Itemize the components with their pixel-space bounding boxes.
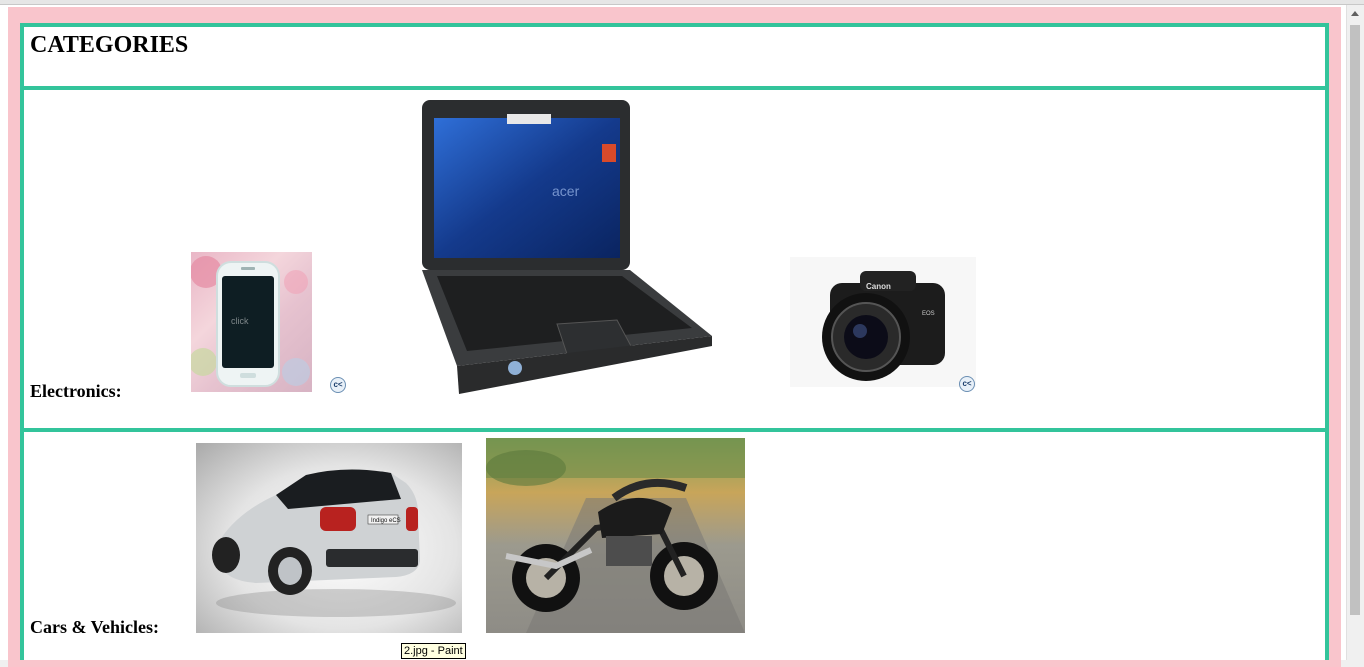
car-image[interactable]: Indigo eCS <box>196 443 462 633</box>
category-label-vehicles: Cars & Vehicles: <box>30 617 159 637</box>
camera-image[interactable]: Canon EOS <box>790 257 976 387</box>
svg-text:Indigo eCS: Indigo eCS <box>371 518 401 524</box>
svg-text:EOS: EOS <box>922 311 935 317</box>
svg-text:Canon: Canon <box>866 282 891 291</box>
image-tooltip: 2.jpg - Paint <box>401 643 466 659</box>
svg-text:click: click <box>231 316 249 326</box>
laptop-image[interactable]: acer <box>417 96 717 396</box>
watermark-logo-icon: c< <box>330 377 346 393</box>
vertical-scrollbar[interactable] <box>1346 5 1364 660</box>
smartphone-image[interactable]: click <box>191 252 312 392</box>
watermark-logo-icon: c< <box>959 376 975 392</box>
page-title: CATEGORIES <box>30 32 189 58</box>
header-row <box>20 27 1329 86</box>
svg-text:acer: acer <box>552 183 580 199</box>
category-label-electronics: Electronics: <box>30 381 122 401</box>
scrollbar-thumb[interactable] <box>1350 25 1360 615</box>
motorcycle-image[interactable] <box>486 438 745 633</box>
scroll-up-arrow-icon[interactable] <box>1351 11 1359 16</box>
